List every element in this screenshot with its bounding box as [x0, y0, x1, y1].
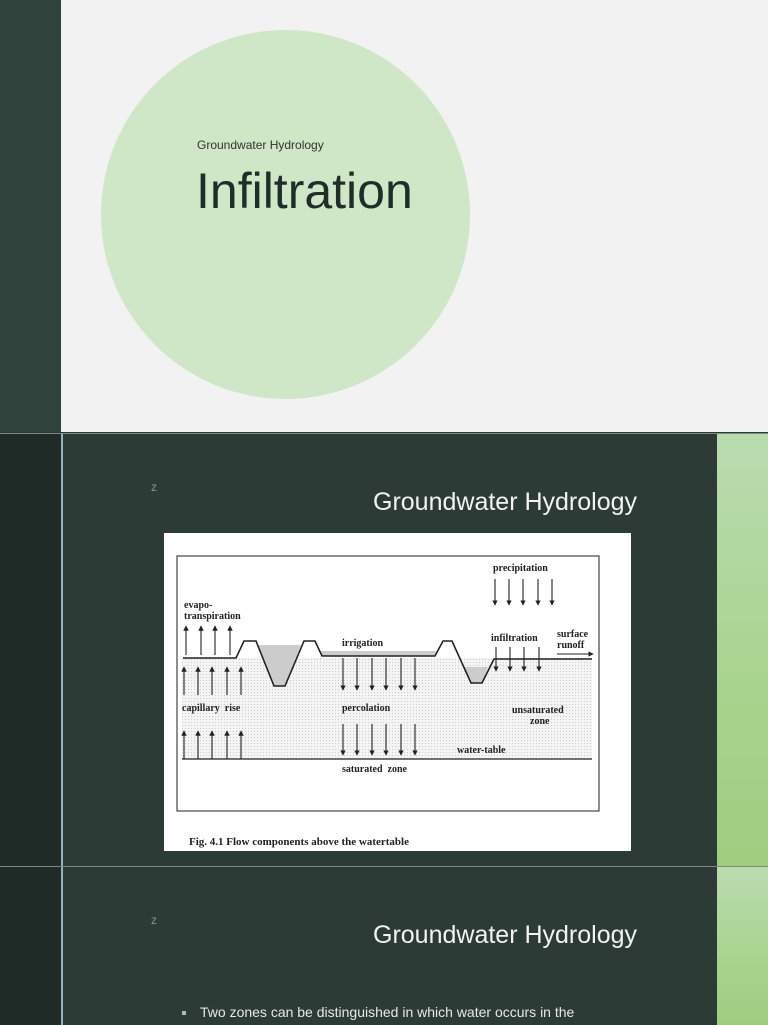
label-transpiration: transpiration	[184, 611, 241, 622]
label-capillary-rise: capillary rise	[182, 703, 241, 714]
slide-subtitle: Groundwater Hydrology	[197, 138, 324, 152]
slide-heading: Groundwater Hydrology	[373, 488, 638, 516]
label-runoff: runoff	[557, 640, 585, 651]
green-accent-strip	[717, 434, 768, 866]
slide-marker: z	[151, 480, 157, 494]
label-evapo: evapo-	[184, 600, 212, 611]
flow-diagram: precipitation evapo- transpiration irrig…	[176, 555, 600, 848]
figure-caption: Fig. 4.1 Flow components above the water…	[189, 836, 409, 848]
slide-marker: z	[151, 913, 157, 927]
green-accent-strip	[717, 867, 768, 1025]
label-water-table: water-table	[457, 745, 506, 756]
side-strip	[0, 0, 61, 432]
label-zone: zone	[530, 716, 550, 727]
label-infiltration: infiltration	[491, 633, 538, 644]
slide-heading: Groundwater Hydrology	[373, 921, 638, 949]
label-saturated-zone: saturated zone	[342, 764, 408, 775]
side-strip	[0, 434, 63, 866]
flow-components-figure: precipitation evapo- transpiration irrig…	[164, 533, 631, 851]
text-slide: z Groundwater Hydrology Two zones can be…	[0, 866, 768, 1025]
slide-title: Infiltration	[196, 163, 413, 219]
bullet-text: Two zones can be distinguished in which …	[200, 1004, 575, 1020]
bullet-item: Two zones can be distinguished in which …	[182, 1004, 574, 1020]
bullet-icon	[182, 1011, 186, 1016]
figure-slide: z Groundwater Hydrology precipitation ev…	[0, 433, 768, 866]
side-strip	[0, 867, 63, 1025]
label-irrigation: irrigation	[342, 638, 384, 649]
label-surface: surface	[557, 629, 589, 640]
title-slide: Groundwater Hydrology Infiltration	[0, 0, 768, 432]
label-precipitation: precipitation	[493, 563, 548, 574]
label-unsaturated: unsaturated	[512, 705, 564, 716]
label-percolation: percolation	[342, 703, 391, 714]
